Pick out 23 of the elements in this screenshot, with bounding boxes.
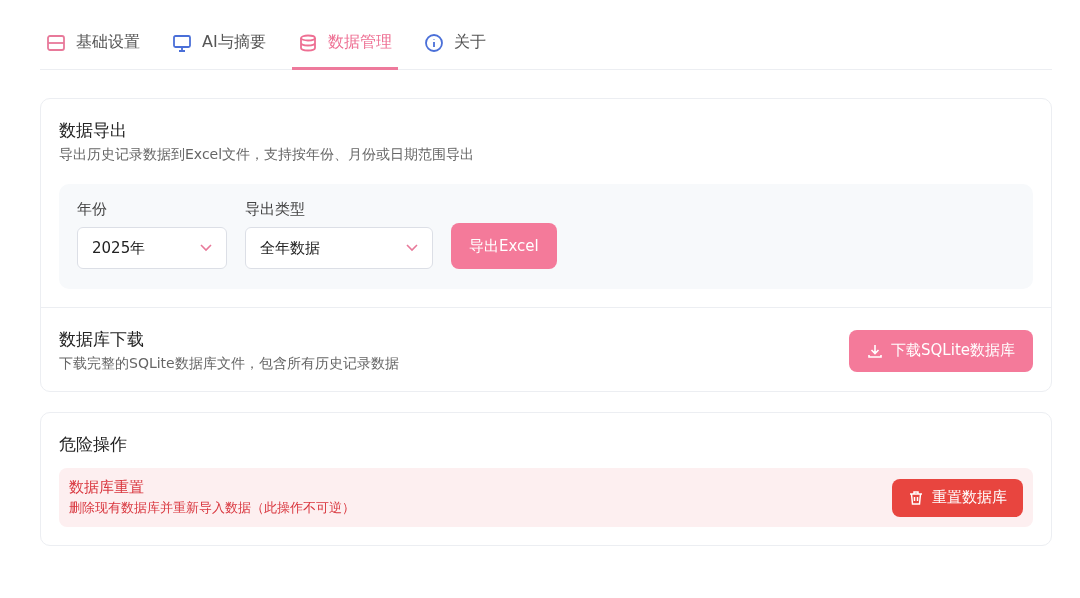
section-description: 导出历史记录数据到Excel文件，支持按年份、月份或日期范围导出	[59, 146, 476, 164]
tab[interactable]: 关于	[417, 22, 492, 70]
year-select[interactable]: 2025年	[77, 227, 227, 269]
database-icon	[297, 32, 318, 53]
reset-title: 数据库重置	[69, 478, 145, 497]
reset-description: 删除现有数据库并重新导入数据（此操作不可逆）	[69, 499, 355, 517]
monitor-icon	[172, 32, 192, 53]
section-title: 危险操作	[59, 433, 128, 456]
field-label: 年份	[77, 200, 108, 219]
info-icon	[423, 32, 444, 53]
field-label: 导出类型	[245, 200, 306, 219]
tab[interactable]: 基础设置	[40, 22, 146, 70]
chevron-down-icon	[200, 244, 212, 252]
trash-icon	[908, 489, 924, 506]
tab[interactable]: AI与摘要	[166, 22, 272, 70]
reset-database-button[interactable]: 重置数据库	[892, 478, 1023, 517]
section-description: 下载完整的SQLite数据库文件，包含所有历史记录数据	[59, 355, 399, 373]
export-type-select[interactable]: 全年数据	[245, 227, 433, 269]
section-title: 数据导出	[59, 119, 128, 142]
download-icon	[867, 342, 884, 359]
section-title: 数据库下载	[59, 328, 145, 351]
panel-icon	[46, 32, 66, 53]
chevron-down-icon	[406, 244, 418, 252]
